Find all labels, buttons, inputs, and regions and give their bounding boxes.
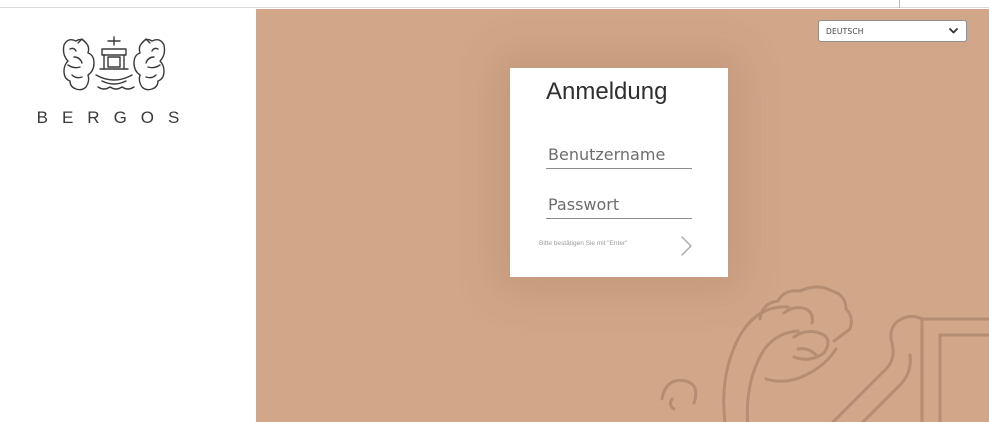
bergos-wordmark: BERGOS — [37, 108, 194, 127]
main-panel: DEUTSCH Anmeldung Bitte bestätigen Sie m… — [256, 9, 989, 422]
chevron-down-icon — [949, 28, 958, 34]
top-bar — [0, 0, 989, 8]
top-bar-divider — [899, 0, 900, 8]
login-card: Anmeldung Bitte bestätigen Sie mit "Ente… — [510, 68, 728, 277]
bergos-logo-icon — [62, 36, 166, 91]
chevron-right-icon — [681, 236, 692, 256]
lion-emblem-icon — [660, 285, 989, 422]
submit-button[interactable] — [676, 234, 696, 258]
enter-hint: Bitte bestätigen Sie mit "Enter" — [539, 240, 628, 247]
username-input[interactable] — [546, 141, 692, 169]
password-input[interactable] — [546, 191, 692, 219]
login-title: Anmeldung — [546, 78, 668, 105]
language-select-value: DEUTSCH — [826, 26, 864, 36]
language-select[interactable]: DEUTSCH — [818, 20, 967, 42]
brand-name: BERGOS — [37, 108, 194, 127]
sidebar: BERGOS — [0, 9, 256, 422]
